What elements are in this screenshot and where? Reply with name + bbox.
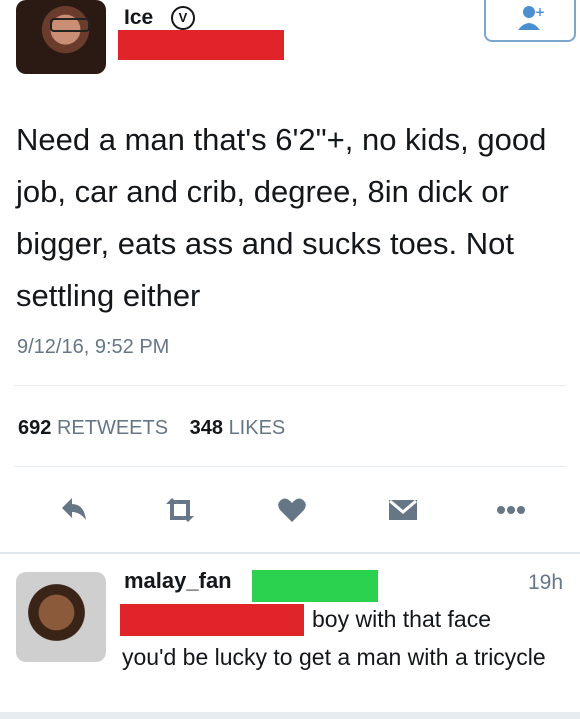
reply-time[interactable]: 19h [528, 571, 563, 595]
tweet-timestamp[interactable]: 9/12/16, 9:52 PM [17, 336, 169, 359]
divider [14, 385, 566, 386]
reply-icon [62, 498, 86, 520]
divider [0, 552, 580, 554]
retweets-label[interactable]: RETWEETS [57, 417, 168, 439]
reply-author-name[interactable]: malay_fan [124, 568, 232, 594]
author-name[interactable]: Ice [124, 6, 153, 30]
direct-message-icon [389, 499, 417, 520]
more-icon [497, 506, 525, 514]
direct-message-button[interactable] [383, 490, 423, 530]
redacted-mention [120, 604, 304, 636]
add-user-icon: + [518, 5, 544, 30]
likes-label[interactable]: LIKES [229, 417, 286, 439]
author-avatar[interactable] [16, 0, 106, 74]
reply-button[interactable] [54, 490, 94, 530]
redacted-handle [252, 570, 378, 602]
retweet-button[interactable] [160, 490, 200, 530]
tweet-stats: 692 RETWEETS 348 LIKES [18, 417, 285, 440]
reply-text-rest: you'd be lucky to get a man with a tricy… [122, 644, 546, 670]
follow-button[interactable]: + [484, 0, 576, 42]
retweet-icon [166, 498, 194, 522]
heart-icon [278, 498, 306, 522]
more-button[interactable] [491, 490, 531, 530]
bottom-divider [0, 712, 580, 719]
redacted-handle [118, 30, 284, 60]
verified-badge-icon: V [171, 6, 195, 30]
reply-author-avatar[interactable] [16, 572, 106, 662]
tweet-text: Need a man that's 6'2"+, no kids, good j… [16, 122, 547, 313]
svg-text:+: + [535, 5, 544, 19]
like-button[interactable] [272, 490, 312, 530]
retweets-count[interactable]: 692 [18, 417, 51, 439]
reply-text-line1: boy with that face [312, 606, 491, 632]
divider [14, 466, 566, 467]
likes-count[interactable]: 348 [190, 417, 223, 439]
